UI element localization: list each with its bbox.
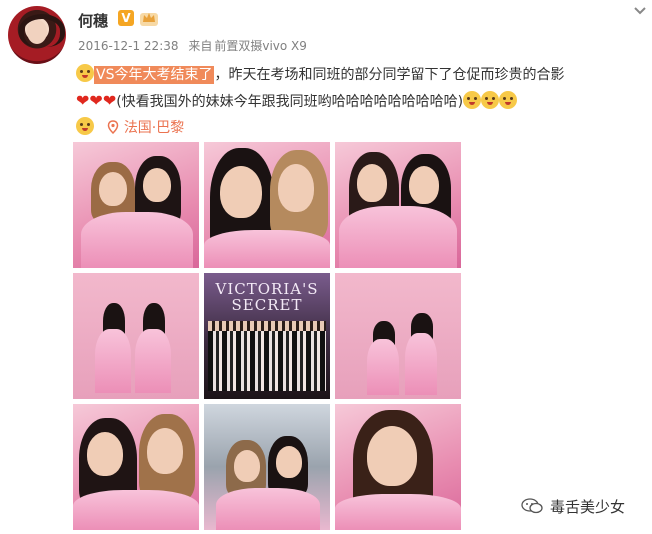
location-icon: [108, 120, 119, 135]
watermark-text: 毒舌美少女: [550, 498, 626, 516]
avatar[interactable]: [8, 6, 66, 64]
photo-thumbnail[interactable]: [73, 273, 199, 399]
emoji-icon: [463, 91, 482, 109]
brand-line2: SECRET: [231, 296, 303, 314]
photo-thumbnail[interactable]: [73, 142, 199, 268]
photo-brand-text: VICTORIA'S SECRET: [210, 281, 324, 313]
post-line2: (快看我国外的妹妹今年跟我同班哟哈哈哈哈哈哈哈哈哈): [116, 94, 464, 110]
heart-icon: ❤: [76, 91, 90, 110]
photo-thumbnail[interactable]: [335, 404, 461, 530]
emoji-icon: [481, 91, 500, 109]
photo-thumbnail[interactable]: [204, 404, 330, 530]
highlight-text: VS今年大考结束了: [94, 66, 215, 84]
location-link[interactable]: 法国·巴黎: [124, 120, 184, 136]
photo-thumbnail[interactable]: [335, 142, 461, 268]
photo-thumbnail[interactable]: VICTORIA'S SECRET: [204, 273, 330, 399]
wechat-icon: [521, 498, 543, 514]
post-meta: 2016-12-1 22:38 来自 前置双摄vivo X9: [78, 37, 313, 54]
photo-grid: VICTORIA'S SECRET: [73, 142, 465, 534]
post-date[interactable]: 2016-12-1 22:38: [78, 39, 179, 53]
heart-icon: ❤: [89, 91, 103, 110]
username[interactable]: 何穗: [78, 10, 108, 31]
heart-icon: ❤: [102, 91, 117, 110]
photo-thumbnail[interactable]: [73, 404, 199, 530]
source-prefix: 来自: [188, 39, 213, 53]
post-line1: ，昨天在考场和同班的部分同学留下了仓促而珍贵的合影: [214, 67, 565, 83]
photo-thumbnail[interactable]: [204, 142, 330, 268]
emoji-icon: [76, 64, 94, 82]
photo-thumbnail[interactable]: [335, 273, 461, 399]
emoji-icon: [499, 91, 518, 109]
emoji-icon: [76, 117, 94, 135]
verified-icon: V: [118, 10, 134, 26]
chevron-down-icon[interactable]: [633, 6, 647, 16]
crown-icon: [140, 13, 158, 26]
post-text: VS今年大考结束了 ，昨天在考场和同班的部分同学留下了仓促而珍贵的合影 ❤❤❤(快…: [76, 62, 646, 141]
device-name[interactable]: 前置双摄vivo X9: [214, 39, 307, 53]
